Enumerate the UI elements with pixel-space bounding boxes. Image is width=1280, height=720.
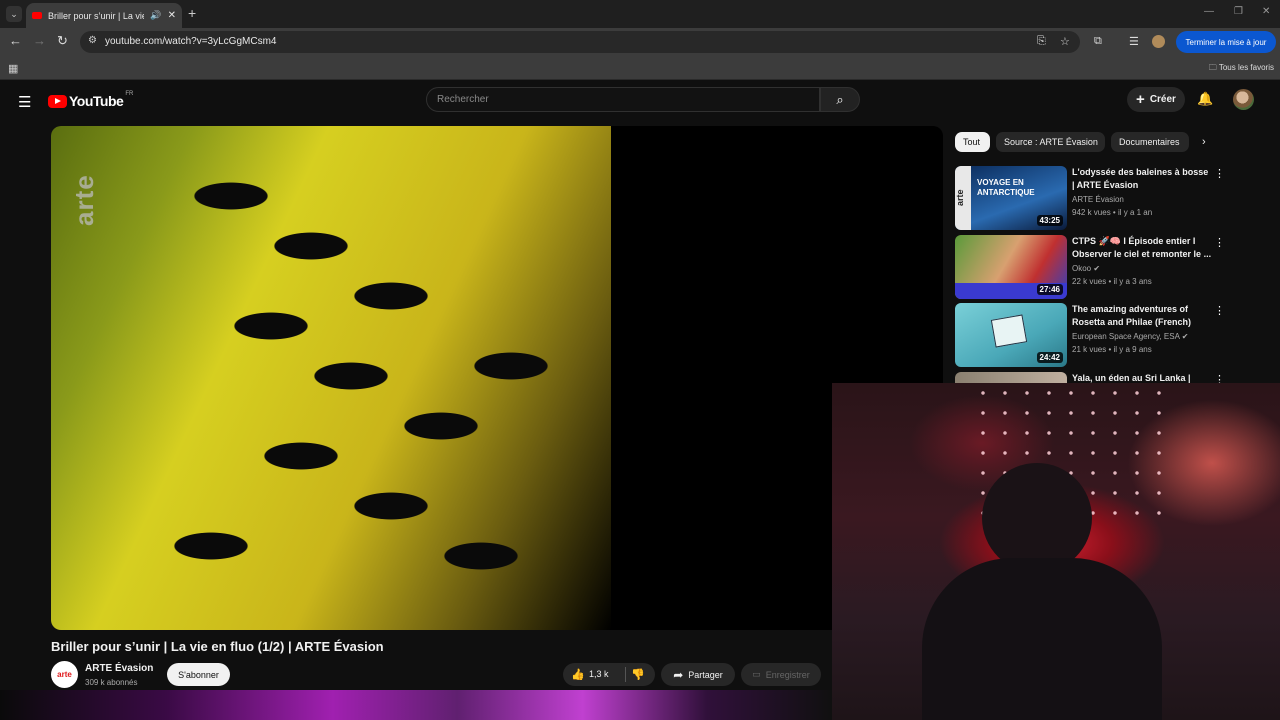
tab-search-dropdown-icon[interactable]: ⌄: [6, 6, 22, 22]
share-label: Partager: [688, 669, 723, 680]
youtube-logo-text: YouTube: [69, 93, 124, 109]
thumb-philae-figure: [990, 314, 1028, 348]
more-options-icon[interactable]: ⋮: [1214, 236, 1225, 249]
recommendation-meta: 21 k vues • il y a 9 ans: [1072, 345, 1152, 354]
update-button[interactable]: Terminer la mise à jour: [1176, 31, 1276, 53]
share-button[interactable]: ➦ Partager: [661, 663, 735, 686]
recommendation-channel[interactable]: European Space Agency, ESA ✔: [1072, 332, 1188, 341]
forward-arrow-icon[interactable]: →: [33, 33, 46, 48]
notifications-bell-icon[interactable]: 🔔: [1197, 91, 1213, 107]
recommendation-title[interactable]: Yala, un éden au Sri Lanka |: [1072, 372, 1212, 383]
video-player[interactable]: arte: [51, 126, 943, 630]
subscriber-count: 309 k abonnés: [85, 678, 138, 687]
recommendation-title[interactable]: CTPS 🚀🧠 I Épisode entier I Observer le c…: [1072, 235, 1212, 261]
recommendation-meta: 942 k vues • il y a 1 an: [1072, 208, 1153, 217]
tab-audio-icon[interactable]: 🔊: [150, 10, 161, 21]
search-input[interactable]: Rechercher: [426, 87, 820, 112]
like-divider: [625, 667, 626, 682]
new-tab-button[interactable]: +: [188, 5, 196, 21]
chip-all[interactable]: Tout: [955, 132, 990, 152]
recommendation-channel[interactable]: ARTE Évasion: [1072, 195, 1124, 204]
plus-icon: +: [1136, 91, 1145, 108]
youtube-header: ☰ YouTube FR Rechercher ⌕ + Créer 🔔: [0, 81, 1280, 119]
bookmark-star-icon[interactable]: ☆: [1060, 35, 1070, 48]
profile-avatar-icon[interactable]: [1152, 35, 1165, 48]
site-info-icon[interactable]: ⚙: [88, 35, 97, 46]
description-area-background: [0, 690, 832, 720]
minimize-icon[interactable]: —: [1204, 6, 1214, 17]
streamer-head: [982, 463, 1092, 573]
chip-documentaries[interactable]: Documentaires: [1111, 132, 1189, 152]
channel-avatar[interactable]: arte: [51, 661, 78, 688]
browser-tab-strip: ⌄ Briller pour s’unir | La vie en fluo 🔊…: [0, 0, 1280, 28]
reload-icon[interactable]: ↻: [57, 33, 68, 49]
video-thumbnail[interactable]: 24:42: [955, 303, 1067, 367]
search-icon: ⌕: [836, 91, 844, 107]
thumb-caption: VOYAGE EN ANTARCTIQUE: [977, 178, 1035, 197]
create-button[interactable]: + Créer: [1127, 87, 1185, 112]
duration-badge: 27:46: [1036, 284, 1063, 295]
recommendation-item[interactable]: 24:42 The amazing adventures of Rosetta …: [955, 303, 1235, 367]
save-playlist-icon: ▭: [752, 669, 761, 679]
search-button[interactable]: ⌕: [820, 87, 860, 112]
user-avatar[interactable]: [1233, 89, 1254, 110]
recommendation-meta: 22 k vues • il y a 3 ans: [1072, 277, 1152, 286]
arte-watermark: arte: [69, 174, 99, 226]
all-bookmarks-folder[interactable]: 🗀 Tous les favoris: [1209, 62, 1274, 76]
more-options-icon[interactable]: ⋮: [1214, 304, 1225, 317]
youtube-favicon-icon: [32, 12, 42, 19]
youtube-logo[interactable]: YouTube FR: [48, 91, 134, 109]
bookmarks-bar: ▦ 🗀 Tous les favoris: [0, 56, 1280, 80]
chip-source[interactable]: Source : ARTE Évasion: [996, 132, 1105, 152]
video-title: Briller pour s’unir | La vie en fluo (1/…: [51, 639, 384, 654]
duration-badge: 43:25: [1036, 215, 1063, 226]
recommendation-title[interactable]: L'odyssée des baleines à bosse | ARTE Év…: [1072, 166, 1212, 192]
video-frame-feathers: [51, 126, 611, 630]
tab-title: Briller pour s’unir | La vie en fluo: [48, 10, 145, 21]
url-text[interactable]: youtube.com/watch?v=3yLcGgMCsm4: [105, 36, 276, 47]
save-label: Enregistrer: [765, 669, 810, 680]
browser-tab-active[interactable]: Briller pour s’unir | La vie en fluo 🔊 ✕: [26, 3, 182, 28]
install-app-icon[interactable]: ⎘: [1037, 35, 1046, 48]
more-options-icon[interactable]: ⋮: [1214, 167, 1225, 180]
tab-close-icon[interactable]: ✕: [168, 10, 176, 21]
channel-name[interactable]: ARTE Évasion: [85, 663, 153, 674]
create-label: Créer: [1149, 94, 1176, 105]
recommendation-item[interactable]: arte VOYAGE EN ANTARCTIQUE 43:25 L'odyss…: [955, 166, 1235, 230]
youtube-play-icon: [48, 94, 67, 108]
recommendation-item[interactable]: 27:46 CTPS 🚀🧠 I Épisode entier I Observe…: [955, 235, 1235, 299]
menu-hamburger-icon[interactable]: ☰: [18, 93, 31, 111]
like-thumb-icon[interactable]: 👍: [571, 668, 585, 681]
like-dislike-group: 👍 1,3 k 👎: [563, 663, 655, 686]
address-bar[interactable]: ⚙ youtube.com/watch?v=3yLcGgMCsm4 ⎘ ☆: [80, 31, 1080, 53]
video-thumbnail[interactable]: [955, 372, 1067, 383]
extensions-icon[interactable]: ⧉: [1094, 35, 1102, 48]
webcam-overlay: [832, 383, 1280, 720]
recommendation-title[interactable]: The amazing adventures of Rosetta and Ph…: [1072, 303, 1212, 329]
duration-badge: 24:42: [1036, 352, 1063, 363]
share-arrow-icon: ➦: [673, 667, 684, 682]
recommendation-item[interactable]: Yala, un éden au Sri Lanka | ⋮: [955, 372, 1235, 383]
maximize-icon[interactable]: ❐: [1234, 6, 1243, 17]
thumb-arte-logo: arte: [955, 166, 971, 230]
region-code: FR: [125, 91, 134, 97]
like-count[interactable]: 1,3 k: [589, 669, 609, 679]
subscribe-button[interactable]: S'abonner: [167, 663, 230, 686]
window-close-icon[interactable]: ✕: [1262, 6, 1270, 17]
video-thumbnail[interactable]: arte VOYAGE EN ANTARCTIQUE 43:25: [955, 166, 1067, 230]
back-arrow-icon[interactable]: ←: [9, 33, 22, 48]
chevron-right-icon[interactable]: ›: [1202, 136, 1206, 148]
video-thumbnail[interactable]: 27:46: [955, 235, 1067, 299]
more-options-icon[interactable]: ⋮: [1214, 373, 1225, 383]
search-placeholder: Rechercher: [437, 94, 489, 105]
reading-list-icon[interactable]: ☰: [1129, 35, 1139, 48]
save-button[interactable]: ▭ Enregistrer: [741, 663, 821, 686]
browser-toolbar: ← → ↻ ⚙ youtube.com/watch?v=3yLcGgMCsm4 …: [0, 28, 1280, 56]
all-bookmarks-label: Tous les favoris: [1218, 63, 1274, 72]
apps-grid-icon[interactable]: ▦: [8, 62, 18, 75]
recommendation-channel[interactable]: Okoo ✔: [1072, 264, 1100, 273]
streamer-body: [922, 558, 1162, 720]
dislike-thumb-icon[interactable]: 👎: [631, 668, 645, 681]
